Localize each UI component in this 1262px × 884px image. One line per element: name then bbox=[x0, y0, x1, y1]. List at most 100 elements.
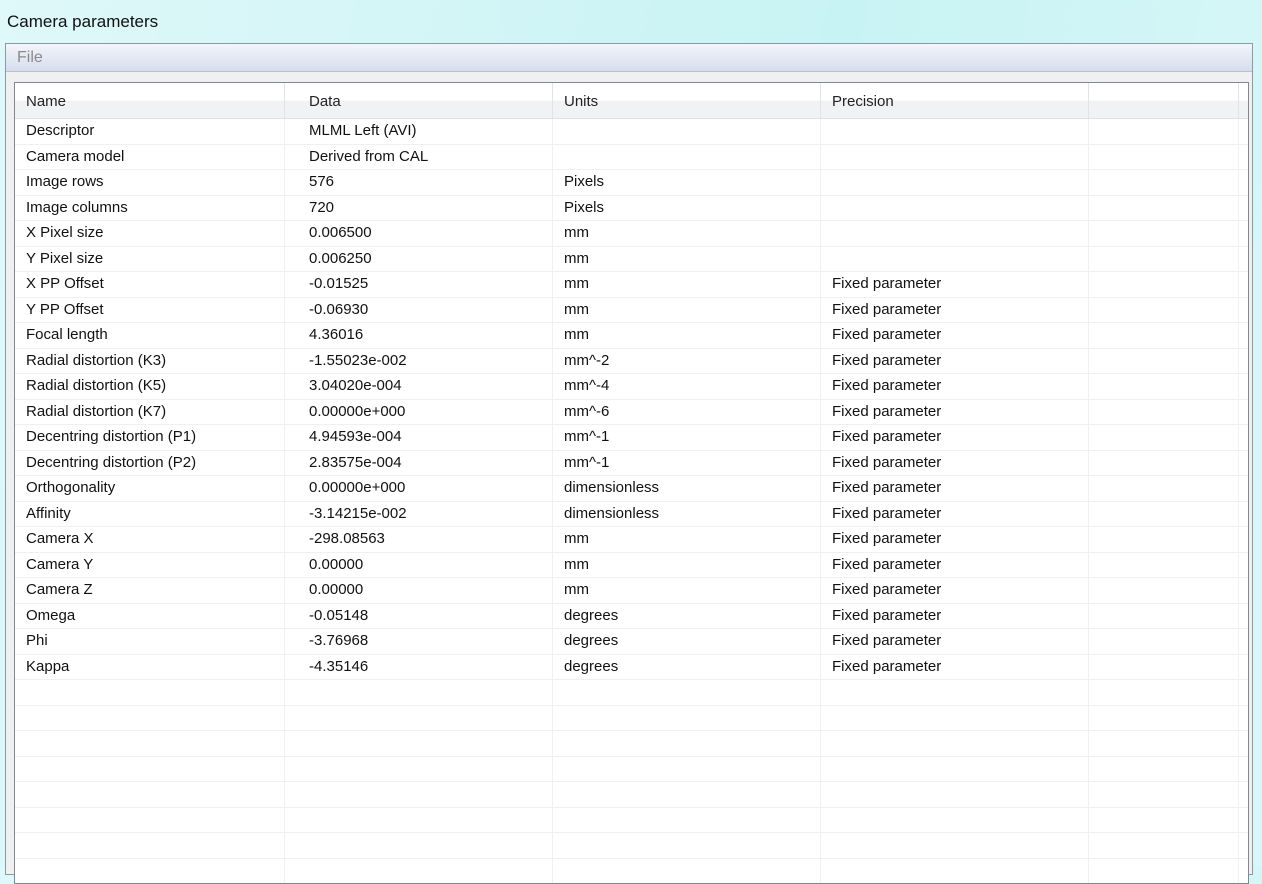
cell-precision bbox=[821, 221, 1089, 246]
cell-precision: Fixed parameter bbox=[821, 502, 1089, 527]
table-row[interactable]: Camera Y0.00000mmFixed parameter bbox=[15, 553, 1248, 579]
cell-name: Phi bbox=[15, 629, 285, 654]
cell-precision bbox=[821, 145, 1089, 170]
cell-filler bbox=[1089, 323, 1239, 348]
cell-name: Camera X bbox=[15, 527, 285, 552]
empty-cell bbox=[553, 680, 821, 705]
column-header-name[interactable]: Name bbox=[15, 83, 285, 118]
cell-data: 4.94593e-004 bbox=[285, 425, 553, 450]
table-row[interactable]: Kappa-4.35146degreesFixed parameter bbox=[15, 655, 1248, 681]
cell-units: degrees bbox=[553, 604, 821, 629]
cell-filler bbox=[1089, 451, 1239, 476]
empty-row bbox=[15, 833, 1248, 859]
empty-cell bbox=[285, 782, 553, 807]
cell-units: mm^-2 bbox=[553, 349, 821, 374]
cell-filler bbox=[1089, 527, 1239, 552]
cell-data: 0.006500 bbox=[285, 221, 553, 246]
cell-filler bbox=[1089, 374, 1239, 399]
cell-units: mm bbox=[553, 221, 821, 246]
table-row[interactable]: Focal length4.36016mmFixed parameter bbox=[15, 323, 1248, 349]
empty-cell bbox=[15, 706, 285, 731]
column-header-units[interactable]: Units bbox=[553, 83, 821, 118]
table-row[interactable]: Y Pixel size0.006250mm bbox=[15, 247, 1248, 273]
cell-precision: Fixed parameter bbox=[821, 400, 1089, 425]
cell-units bbox=[553, 145, 821, 170]
cell-filler bbox=[1089, 349, 1239, 374]
empty-cell bbox=[1089, 706, 1239, 731]
cell-name: Y Pixel size bbox=[15, 247, 285, 272]
cell-precision bbox=[821, 196, 1089, 221]
cell-name: Radial distortion (K3) bbox=[15, 349, 285, 374]
cell-filler bbox=[1089, 272, 1239, 297]
column-header-data[interactable]: Data bbox=[285, 83, 553, 118]
table-row[interactable]: Camera Z0.00000mmFixed parameter bbox=[15, 578, 1248, 604]
table-row[interactable]: Orthogonality0.00000e+000dimensionlessFi… bbox=[15, 476, 1248, 502]
table-row[interactable]: Radial distortion (K3)-1.55023e-002mm^-2… bbox=[15, 349, 1248, 375]
cell-data: -298.08563 bbox=[285, 527, 553, 552]
table-row[interactable]: Radial distortion (K5)3.04020e-004mm^-4F… bbox=[15, 374, 1248, 400]
cell-precision: Fixed parameter bbox=[821, 323, 1089, 348]
table-row[interactable]: X Pixel size0.006500mm bbox=[15, 221, 1248, 247]
cell-units: mm bbox=[553, 527, 821, 552]
table-row[interactable]: Decentring distortion (P2)2.83575e-004mm… bbox=[15, 451, 1248, 477]
table-row[interactable]: Omega-0.05148degreesFixed parameter bbox=[15, 604, 1248, 630]
cell-filler bbox=[1089, 629, 1239, 654]
column-header-precision[interactable]: Precision bbox=[821, 83, 1089, 118]
cell-data: 0.00000e+000 bbox=[285, 400, 553, 425]
cell-name: Orthogonality bbox=[15, 476, 285, 501]
cell-data: 0.00000e+000 bbox=[285, 476, 553, 501]
cell-filler bbox=[1089, 476, 1239, 501]
empty-cell bbox=[285, 731, 553, 756]
cell-units: mm bbox=[553, 553, 821, 578]
cell-precision: Fixed parameter bbox=[821, 272, 1089, 297]
cell-data: 576 bbox=[285, 170, 553, 195]
table-row[interactable]: X PP Offset-0.01525mmFixed parameter bbox=[15, 272, 1248, 298]
parameters-table[interactable]: Name Data Units Precision DescriptorMLML… bbox=[14, 82, 1249, 884]
cell-units: mm^-1 bbox=[553, 425, 821, 450]
column-header-filler bbox=[1089, 83, 1239, 118]
cell-name: Affinity bbox=[15, 502, 285, 527]
table-row[interactable]: Affinity-3.14215e-002dimensionlessFixed … bbox=[15, 502, 1248, 528]
table-row[interactable]: Radial distortion (K7)0.00000e+000mm^-6F… bbox=[15, 400, 1248, 426]
empty-row bbox=[15, 731, 1248, 757]
cell-units: mm^-4 bbox=[553, 374, 821, 399]
cell-data: 720 bbox=[285, 196, 553, 221]
cell-data: -3.76968 bbox=[285, 629, 553, 654]
cell-filler bbox=[1089, 578, 1239, 603]
empty-row bbox=[15, 808, 1248, 834]
table-row[interactable]: DescriptorMLML Left (AVI) bbox=[15, 119, 1248, 145]
camera-parameters-window: File Name Data Units Precision Descripto… bbox=[5, 43, 1253, 875]
cell-name: Radial distortion (K7) bbox=[15, 400, 285, 425]
cell-units bbox=[553, 119, 821, 144]
cell-name: X Pixel size bbox=[15, 221, 285, 246]
cell-filler bbox=[1089, 196, 1239, 221]
cell-precision: Fixed parameter bbox=[821, 629, 1089, 654]
empty-cell bbox=[553, 808, 821, 833]
cell-units: mm bbox=[553, 578, 821, 603]
cell-filler bbox=[1089, 502, 1239, 527]
cell-units: Pixels bbox=[553, 170, 821, 195]
empty-cell bbox=[285, 706, 553, 731]
table-row[interactable]: Image rows576Pixels bbox=[15, 170, 1248, 196]
cell-name: Camera Y bbox=[15, 553, 285, 578]
table-row[interactable]: Image columns720Pixels bbox=[15, 196, 1248, 222]
table-row[interactable]: Y PP Offset-0.06930mmFixed parameter bbox=[15, 298, 1248, 324]
cell-name: Y PP Offset bbox=[15, 298, 285, 323]
empty-cell bbox=[1089, 808, 1239, 833]
table-row[interactable]: Camera modelDerived from CAL bbox=[15, 145, 1248, 171]
cell-data: 2.83575e-004 bbox=[285, 451, 553, 476]
empty-cell bbox=[1089, 782, 1239, 807]
empty-row bbox=[15, 782, 1248, 808]
table-body: DescriptorMLML Left (AVI)Camera modelDer… bbox=[15, 119, 1248, 884]
table-header: Name Data Units Precision bbox=[15, 83, 1248, 119]
cell-data: -1.55023e-002 bbox=[285, 349, 553, 374]
cell-filler bbox=[1089, 247, 1239, 272]
table-row[interactable]: Camera X-298.08563mmFixed parameter bbox=[15, 527, 1248, 553]
table-row[interactable]: Decentring distortion (P1)4.94593e-004mm… bbox=[15, 425, 1248, 451]
menu-file[interactable]: File bbox=[6, 44, 54, 72]
empty-cell bbox=[1089, 833, 1239, 858]
cell-name: Focal length bbox=[15, 323, 285, 348]
cell-precision: Fixed parameter bbox=[821, 655, 1089, 680]
table-row[interactable]: Phi-3.76968degreesFixed parameter bbox=[15, 629, 1248, 655]
cell-filler bbox=[1089, 145, 1239, 170]
